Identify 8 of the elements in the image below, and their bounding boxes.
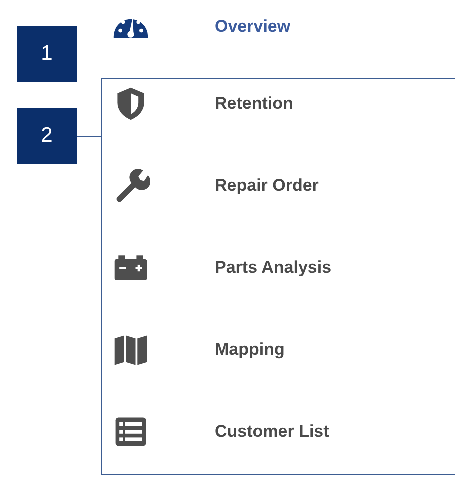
menu-item[interactable]: Customer List [112,411,455,453]
callout-number: 1 [17,26,77,82]
menu-item[interactable]: Mapping [112,329,455,371]
menu-item[interactable]: Parts Analysis [112,247,455,289]
menu-item[interactable]: Retention [112,83,455,125]
menu-item[interactable]: Overview [112,6,455,48]
menu-item[interactable]: Repair Order [112,165,455,207]
callout-number: 2 [17,108,77,164]
